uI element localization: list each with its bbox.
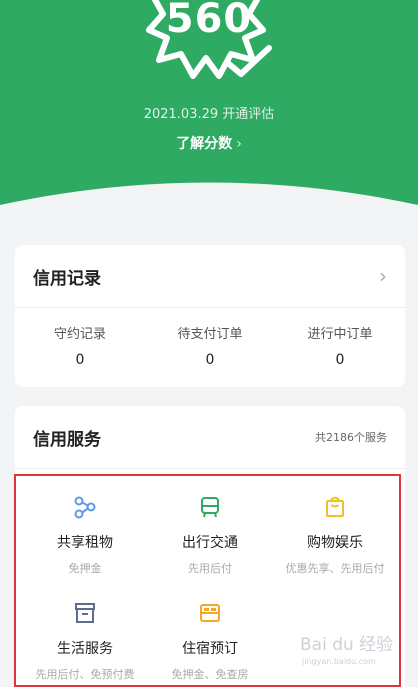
chevron-right-icon: ›: [379, 264, 387, 288]
credit-score: 560: [165, 0, 253, 42]
stat-label: 进行中订单: [307, 327, 373, 342]
stat-in-progress[interactable]: 进行中订单 0: [275, 323, 405, 368]
shopping-bag-icon: [326, 496, 344, 517]
evaluation-date: 2021.03.29 开通评估: [143, 107, 275, 122]
credit-record-card: 信用记录 › 守约记录 0 待支付订单 0 进行中订单 0: [15, 245, 405, 387]
hero-header: 560 2021.03.29 开通评估 了解分数 ›: [0, 0, 418, 240]
share-icon: [74, 496, 96, 519]
service-subtitle: 先用后付: [188, 562, 232, 575]
credit-service-header[interactable]: 信用服务 共2186个服务: [15, 406, 405, 468]
service-sharing-rental[interactable]: 共享租物 免押金: [20, 494, 150, 576]
service-name: 出行交通: [182, 535, 238, 551]
service-transport[interactable]: 出行交通 先用后付: [145, 494, 275, 576]
chevron-right-icon: ›: [236, 136, 242, 152]
service-life[interactable]: 生活服务 先用后付、免预付费: [20, 600, 150, 682]
stat-value: 0: [75, 352, 85, 368]
service-subtitle: 优惠先享、先用后付: [285, 562, 385, 575]
credit-service-title: 信用服务: [33, 429, 101, 450]
service-count: 共2186个服务: [315, 431, 387, 444]
service-accommodation[interactable]: 住宿预订 免押金、免查房: [145, 600, 275, 682]
stat-value: 0: [205, 352, 215, 368]
credit-record-title: 信用记录: [33, 268, 101, 289]
service-name: 购物娱乐: [307, 535, 363, 551]
credit-record-header[interactable]: 信用记录 ›: [15, 245, 405, 307]
learn-score-link[interactable]: 了解分数 ›: [0, 133, 418, 153]
stat-pending-payment[interactable]: 待支付订单 0: [145, 323, 275, 368]
stat-value: 0: [335, 352, 345, 368]
service-subtitle: 免押金、免查房: [171, 668, 249, 681]
watermark-text: Bai du 经验: [300, 635, 393, 655]
stat-label: 守约记录: [53, 327, 106, 342]
stat-label: 待支付订单: [177, 327, 243, 342]
service-subtitle: 先用后付、免预付费: [35, 668, 135, 681]
service-subtitle: 免押金: [68, 562, 102, 575]
divider: [15, 307, 405, 308]
service-shopping[interactable]: 购物娱乐 优惠先享、先用后付: [270, 494, 400, 576]
service-name: 生活服务: [57, 641, 113, 657]
stat-kept-promises[interactable]: 守约记录 0: [15, 323, 145, 368]
service-name: 共享租物: [57, 535, 113, 551]
bus-icon: [201, 497, 219, 518]
credit-record-stats: 守约记录 0 待支付订单 0 进行中订单 0: [15, 323, 405, 368]
bed-icon: [200, 604, 220, 622]
divider: [15, 468, 405, 469]
watermark-logo: Bai du 经验 jingyan.baidu.com: [300, 635, 393, 666]
watermark-subtext: jingyan.baidu.com: [301, 657, 376, 666]
learn-score-label: 了解分数: [176, 136, 233, 152]
archive-box-icon: [75, 603, 95, 623]
service-name: 住宿预订: [182, 641, 238, 657]
